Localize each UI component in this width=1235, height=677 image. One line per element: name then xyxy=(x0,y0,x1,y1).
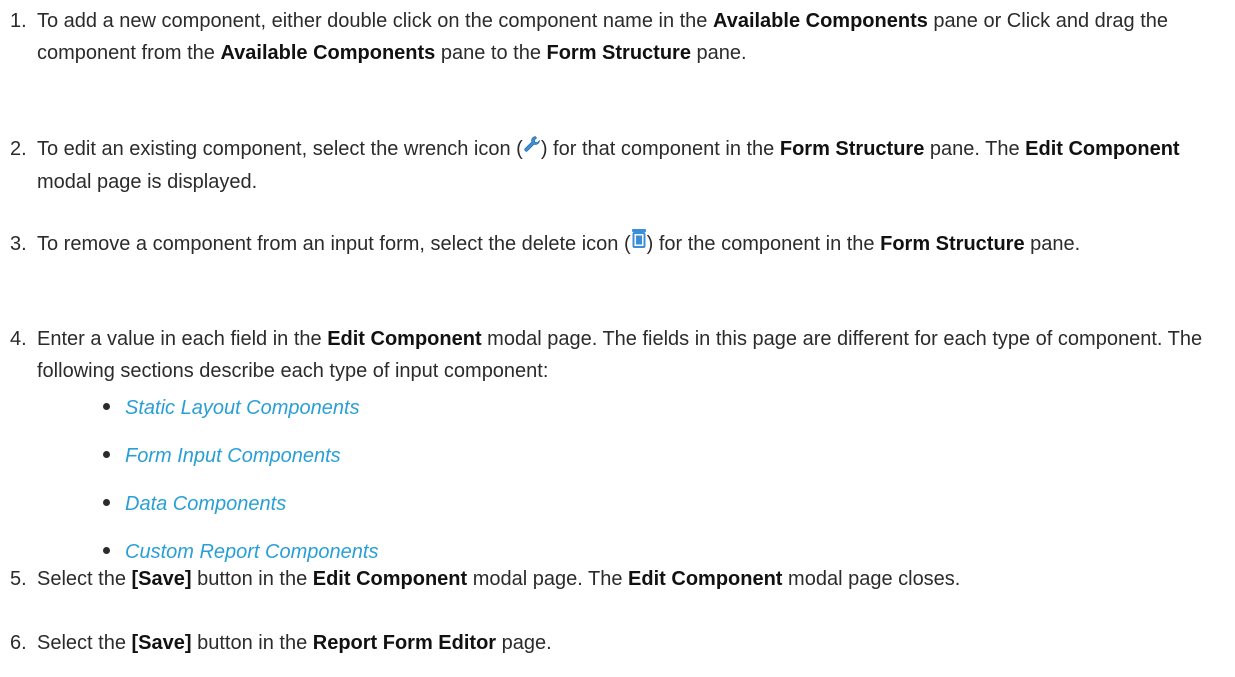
step-text: Select the [Save] button in the Report F… xyxy=(37,627,1217,659)
text-run: To edit an existing component, select th… xyxy=(37,138,523,160)
text-run: Enter a value in each field in the xyxy=(37,328,328,350)
list-item: Form Input Components xyxy=(103,440,341,472)
ui-term: Form Structure xyxy=(779,138,925,160)
bullet-icon xyxy=(103,451,110,459)
text-run: Select the xyxy=(37,568,132,590)
wrench-icon xyxy=(523,131,541,163)
text-run: pane. The xyxy=(924,138,1026,160)
text-run: pane. xyxy=(690,42,747,64)
link-form-input-components[interactable]: Form Input Components xyxy=(125,445,341,467)
delete-icon xyxy=(631,226,647,258)
list-item: Custom Report Components xyxy=(103,536,378,568)
step-text: To edit an existing component, select th… xyxy=(37,133,1217,198)
text-run: ) for the component in the xyxy=(646,233,881,255)
link-static-layout-components[interactable]: Static Layout Components xyxy=(125,397,360,419)
step-number: 4. xyxy=(10,328,27,350)
step-number: 5. xyxy=(10,568,27,590)
ui-term: Form Structure xyxy=(880,233,1025,255)
ui-term: Edit Component xyxy=(628,568,783,590)
text-run: page. xyxy=(496,632,552,654)
text-run: ) for that component in the xyxy=(540,138,780,160)
ui-term: Edit Component xyxy=(312,568,468,590)
ui-term: [Save] xyxy=(131,632,192,654)
link-data-components[interactable]: Data Components xyxy=(125,493,286,515)
text-run: modal page. The xyxy=(467,568,629,590)
text-run: To add a new component, either double cl… xyxy=(37,10,713,32)
step-number: 2. xyxy=(10,138,27,160)
document-body: 1. To add a new component, either double… xyxy=(0,0,1235,677)
text-run: pane to the xyxy=(435,42,547,64)
text-run: pane. xyxy=(1024,233,1081,255)
ui-term: Edit Component xyxy=(1025,138,1180,160)
step-number: 3. xyxy=(10,233,27,255)
ui-term: [Save] xyxy=(131,568,192,590)
text-run: button in the xyxy=(191,568,313,590)
step-number: 1. xyxy=(10,10,27,32)
list-item: Data Components xyxy=(103,488,286,520)
step-number: 6. xyxy=(10,632,27,654)
text-run: button in the xyxy=(191,632,313,654)
list-item: Static Layout Components xyxy=(103,392,360,424)
bullet-icon xyxy=(103,499,110,507)
link-custom-report-components[interactable]: Custom Report Components xyxy=(125,541,378,563)
bullet-icon xyxy=(103,403,110,411)
step-text: Enter a value in each field in the Edit … xyxy=(37,323,1217,387)
text-run: modal page is displayed. xyxy=(37,170,258,193)
ui-term: Available Components xyxy=(220,42,436,64)
bullet-icon xyxy=(103,547,110,555)
text-run: modal page closes. xyxy=(782,568,961,590)
text-run: Select the xyxy=(37,632,132,654)
step-text: To remove a component from an input form… xyxy=(37,228,1217,261)
ui-term: Report Form Editor xyxy=(312,632,497,654)
ui-term: Edit Component xyxy=(327,328,482,350)
text-run: To remove a component from an input form… xyxy=(37,233,631,255)
step-text: To add a new component, either double cl… xyxy=(37,5,1217,69)
ui-term: Form Structure xyxy=(546,42,691,64)
ui-term: Available Components xyxy=(713,10,928,32)
